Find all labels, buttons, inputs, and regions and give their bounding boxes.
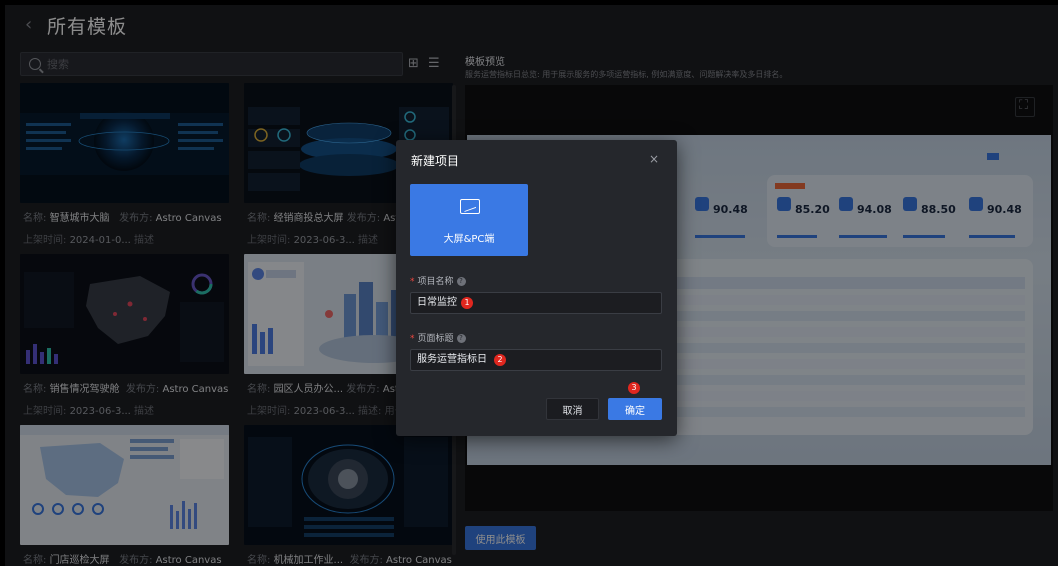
chart-line-icon: [460, 199, 480, 214]
step-badge: 1: [461, 297, 473, 309]
modal-title: 新建项目: [411, 154, 460, 168]
project-type-card[interactable]: 大屏&PC端: [410, 184, 528, 256]
step-badge: 3: [628, 382, 640, 394]
confirm-button[interactable]: 确定: [608, 398, 662, 420]
cancel-button[interactable]: 取消: [546, 398, 599, 420]
page-title-input[interactable]: 服务运营指标日: [410, 349, 662, 371]
help-icon[interactable]: ?: [456, 334, 466, 343]
step-badge: 2: [494, 354, 506, 366]
help-icon[interactable]: ?: [456, 277, 466, 286]
close-icon[interactable]: ×: [649, 152, 659, 166]
project-name-input[interactable]: 日常监控: [410, 292, 662, 314]
project-type-label: 大屏&PC端: [443, 234, 495, 245]
page-title-label: * 页面标题?: [410, 331, 466, 344]
new-project-modal: 新建项目 × 大屏&PC端 * 项目名称? 日常监控 1 * 页面标题? 服务运营指…: [396, 140, 677, 436]
project-name-label: * 项目名称?: [410, 274, 466, 287]
